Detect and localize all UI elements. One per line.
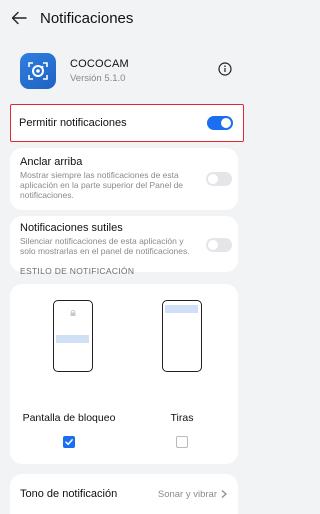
notification-tone-value-wrap: Sonar y vibrar [158,489,228,500]
arrow-left-icon[interactable] [10,9,28,27]
subtle-notifications-toggle[interactable] [206,238,232,252]
banner-notification-bar [165,305,198,313]
notification-style-card: Pantalla de bloqueo Tiras [10,284,238,464]
lock-screen-checkbox[interactable] [63,436,75,448]
lock-icon [70,310,76,316]
info-icon[interactable] [218,62,234,78]
notification-style-heading: ESTILO DE NOTIFICACIÓN [20,266,135,276]
banners-checkbox[interactable] [176,436,188,448]
pin-top-description: Mostrar siempre las notificaciones de es… [20,170,184,200]
chevron-right-icon [221,490,227,498]
subtle-notifications-label: Notificaciones sutiles [20,222,123,234]
top-bar: Notificaciones [0,0,245,36]
banners-option-label: Tiras [170,412,194,424]
allow-notifications-row[interactable]: Permitir notificaciones [10,104,244,142]
app-version: Versión 5.1.0 [70,73,126,84]
allow-notifications-toggle[interactable] [207,116,233,130]
pin-top-card[interactable]: Anclar arriba Mostrar siempre las notifi… [10,148,238,210]
app-name: COCOCAM [70,58,129,70]
notification-tone-value: Sonar y vibrar [157,488,217,500]
allow-notifications-label: Permitir notificaciones [19,117,127,129]
pin-top-label: Anclar arriba [20,156,83,168]
banner-preview[interactable] [162,300,202,372]
checkmark-icon [65,439,73,446]
page-title: Notificaciones [40,9,134,27]
lock-screen-preview[interactable] [53,300,93,372]
pin-top-toggle[interactable] [206,172,232,186]
subtle-notifications-description: Silenciar notificaciones de esta aplicac… [20,236,190,256]
subtle-notifications-card[interactable]: Notificaciones sutiles Silenciar notific… [10,216,238,272]
app-info: COCOCAM Versión 5.1.0 [20,52,242,90]
camera-app-icon [20,53,56,89]
notification-tone-row[interactable]: Tono de notificación Sonar y vibrar [10,474,238,514]
notification-tone-label: Tono de notificación [20,488,118,500]
lock-screen-option-label: Pantalla de bloqueo [22,412,116,424]
lock-screen-notification-bar [56,335,89,343]
